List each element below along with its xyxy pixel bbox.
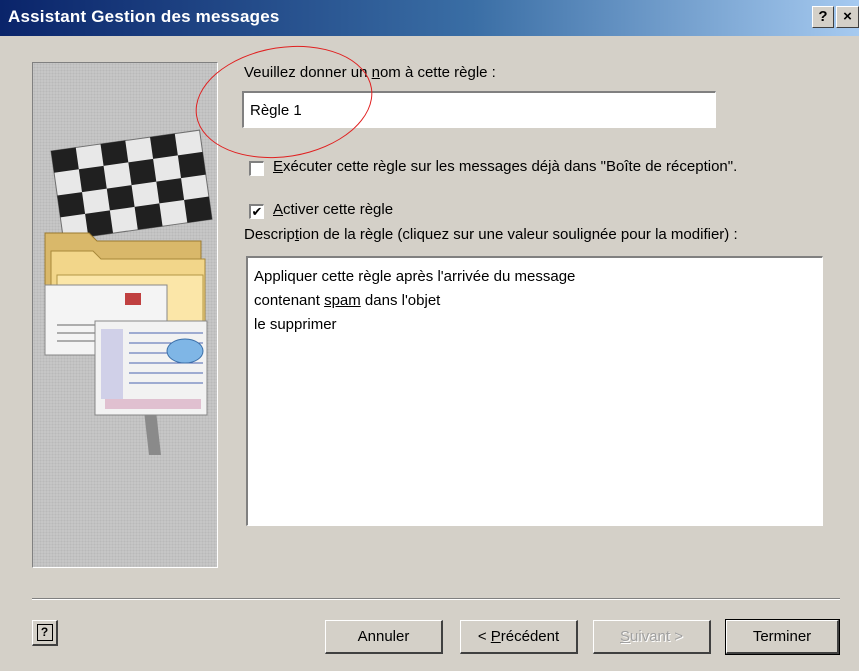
finish-button[interactable]: Terminer [725, 619, 840, 655]
description-label: Description de la règle (cliquez sur une… [244, 226, 738, 243]
rule-description-box[interactable]: Appliquer cette règle après l'arrivée du… [246, 256, 823, 526]
help-icon: ? [36, 624, 53, 641]
description-line: Appliquer cette règle après l'arrivée du… [254, 268, 576, 285]
run-existing-label[interactable]: Exécuter cette règle sur les messages dé… [273, 158, 737, 175]
checkmark-icon: ✔ [251, 204, 263, 219]
activate-rule-checkbox[interactable]: ✔ [249, 204, 264, 219]
description-line: le supprimer [254, 316, 337, 333]
help-button[interactable]: ? [32, 620, 58, 646]
cancel-button[interactable]: Annuler [325, 620, 443, 654]
checkered-flag-folders-icon [44, 129, 213, 455]
title-help-button[interactable]: ? [812, 6, 834, 28]
next-button[interactable]: Suivant > [593, 620, 711, 654]
close-button[interactable]: × [836, 6, 859, 28]
wizard-illustration [32, 62, 218, 568]
title-bar: Assistant Gestion des messages ? × [0, 0, 859, 36]
previous-button[interactable]: < Précédent [460, 620, 578, 654]
spam-value-link[interactable]: spam [324, 292, 361, 309]
description-line: contenant spam dans l'objet [254, 292, 441, 309]
run-existing-checkbox[interactable] [249, 161, 264, 176]
rule-name-input[interactable] [242, 91, 716, 128]
rule-name-label: Veuillez donner un nom à cette règle : [244, 64, 496, 81]
question-mark-icon: ? [818, 8, 828, 25]
activate-rule-label[interactable]: Activer cette règle [273, 201, 393, 218]
window-title: Assistant Gestion des messages [8, 7, 280, 26]
footer-separator [32, 598, 840, 600]
close-icon: × [843, 8, 852, 25]
